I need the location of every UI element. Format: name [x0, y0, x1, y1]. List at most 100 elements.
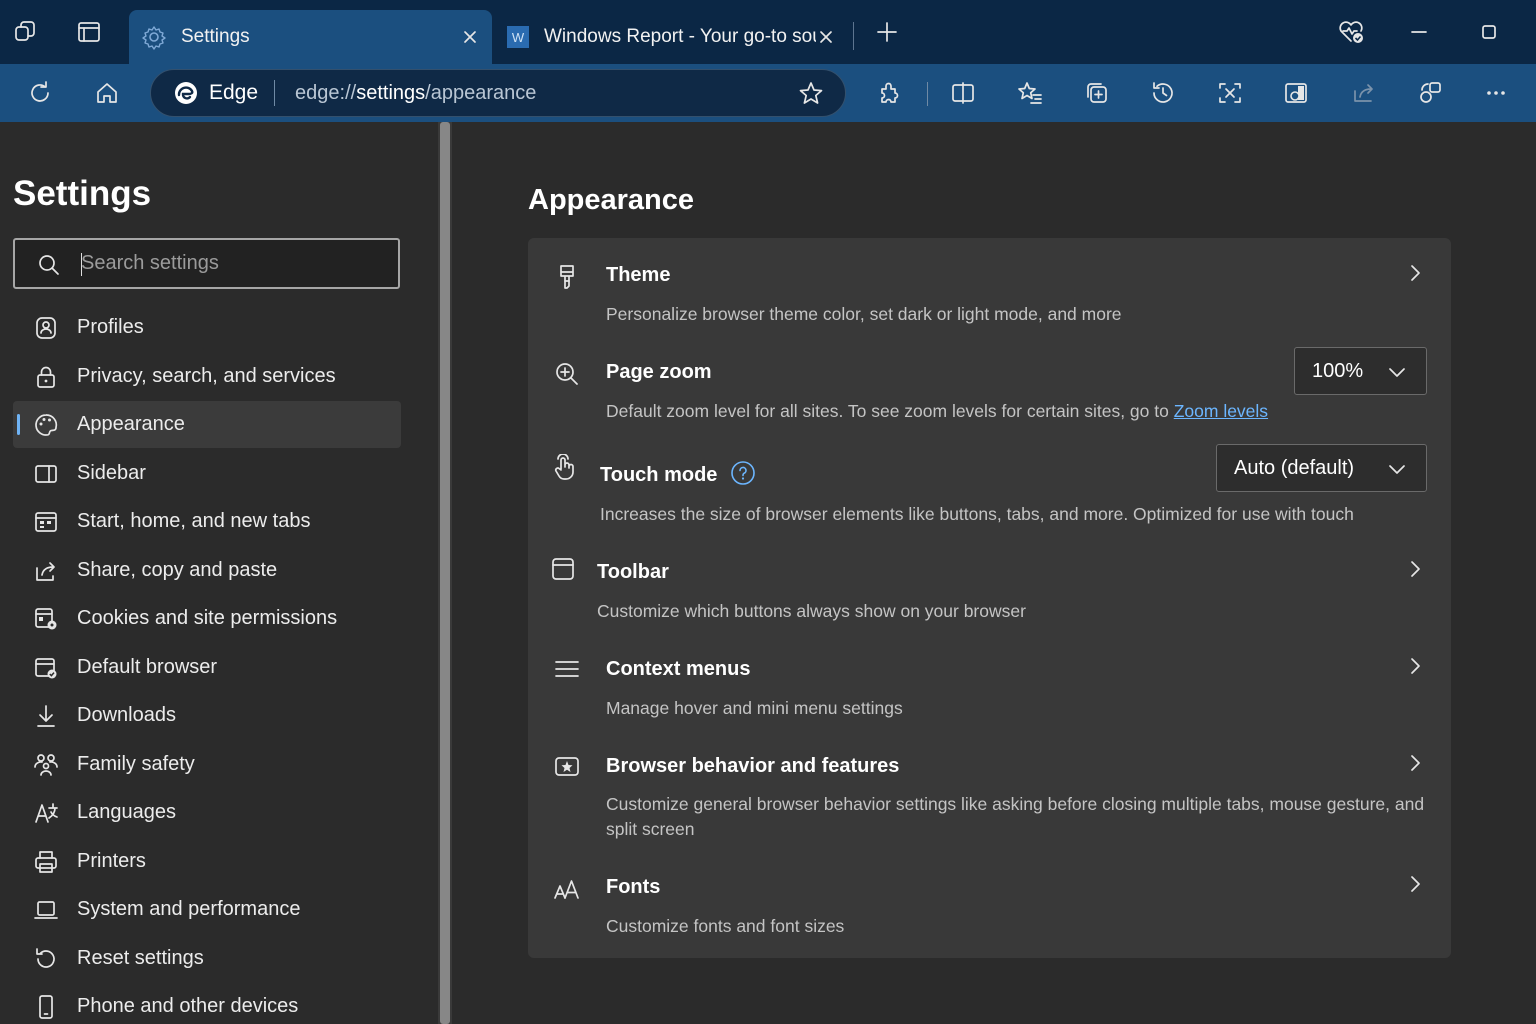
theme-title: Theme	[606, 264, 671, 286]
sidebar-item-printers[interactable]: Printers	[13, 838, 401, 885]
tab-title: Windows Report - Your go-to sou	[544, 26, 816, 47]
sidebar-toggle-icon[interactable]	[1277, 74, 1315, 112]
family-icon	[34, 754, 58, 776]
touch-mode-dropdown[interactable]: Auto (default)	[1216, 444, 1427, 492]
windows-report-favicon-icon: W	[506, 25, 530, 49]
sidebar-item-start-home[interactable]: Start, home, and new tabs	[13, 498, 401, 545]
split-screen-icon[interactable]	[944, 74, 982, 112]
page-zoom-description: Default zoom level for all sites. To see…	[606, 399, 1326, 424]
sidebar-item-share-copy[interactable]: Share, copy and paste	[13, 547, 401, 594]
extensions-icon[interactable]	[871, 74, 909, 112]
close-tab-icon[interactable]	[458, 25, 482, 49]
cookies-icon	[35, 608, 57, 630]
sidebar-item-label: Sidebar	[77, 462, 146, 484]
home-icon[interactable]	[88, 74, 126, 112]
system-icon	[34, 901, 58, 919]
svg-text:W: W	[512, 30, 525, 45]
context-menus-description: Manage hover and mini menu settings	[606, 698, 903, 718]
edge-identity-chip[interactable]: Edge	[173, 80, 258, 106]
sidebar-item-sidebar[interactable]: Sidebar	[13, 450, 401, 497]
chevron-right-icon[interactable]	[1405, 655, 1425, 677]
address-bar[interactable]: Edge edge://settings/appearance	[150, 69, 846, 117]
tab-title: Settings	[181, 26, 250, 47]
sidebar-item-label: Start, home, and new tabs	[77, 510, 311, 532]
chevron-right-icon[interactable]	[1405, 558, 1425, 580]
search-box[interactable]	[13, 238, 400, 289]
chevron-right-icon[interactable]	[1405, 262, 1425, 284]
phone-icon	[39, 995, 53, 1019]
sidebar-item-system[interactable]: System and performance	[13, 886, 401, 933]
sidebar-item-downloads[interactable]: Downloads	[13, 692, 401, 739]
sidebar-item-family-safety[interactable]: Family safety	[13, 741, 401, 788]
toolbar-divider	[927, 82, 928, 106]
sidebar-item-default-browser[interactable]: Default browser	[13, 644, 401, 691]
page-zoom-title: Page zoom	[606, 361, 712, 383]
address-divider	[274, 80, 276, 106]
search-input[interactable]	[81, 247, 381, 280]
sidebar-item-label: Family safety	[77, 753, 195, 775]
navigation-bar: Edge edge://settings/appearance	[0, 64, 1536, 122]
page-zoom-description-text: Default zoom level for all sites. To see…	[606, 401, 1174, 421]
sidebar-item-privacy[interactable]: Privacy, search, and services	[13, 353, 401, 400]
more-options-icon[interactable]	[1477, 74, 1515, 112]
sidebar-scrollbar[interactable]	[438, 122, 452, 1024]
sidebar-item-phone[interactable]: Phone and other devices	[13, 983, 401, 1024]
start-icon	[35, 512, 57, 532]
fonts-title: Fonts	[606, 876, 661, 898]
touch-mode-value: Auto (default)	[1234, 456, 1355, 479]
zoom-levels-link[interactable]: Zoom levels	[1174, 401, 1268, 421]
menu-lines-icon	[555, 661, 579, 677]
new-tab-icon[interactable]	[869, 14, 905, 50]
url-text[interactable]: edge://settings/appearance	[295, 82, 536, 105]
zoom-icon	[556, 363, 578, 385]
sidebar-item-label: Default browser	[77, 656, 218, 678]
download-icon	[37, 705, 55, 727]
tab-windows-report[interactable]: W Windows Report - Your go-to sou	[492, 10, 848, 64]
reset-icon	[36, 948, 55, 968]
browser-essentials-icon[interactable]	[1333, 14, 1369, 50]
copilot-icon[interactable]	[1411, 74, 1449, 112]
tab-settings[interactable]: Settings	[129, 10, 492, 64]
favorites-icon[interactable]	[1011, 74, 1049, 112]
scrollbar-thumb[interactable]	[440, 122, 450, 1024]
workspaces-icon[interactable]	[8, 14, 44, 50]
sidebar-item-reset[interactable]: Reset settings	[13, 935, 401, 982]
printer-icon	[35, 851, 57, 873]
add-favorite-star-icon[interactable]	[797, 80, 825, 108]
sidebar-item-label: Privacy, search, and services	[77, 365, 336, 387]
collections-icon[interactable]	[1078, 74, 1116, 112]
share-icon	[36, 562, 55, 581]
fonts-description: Customize fonts and font sizes	[606, 916, 845, 936]
history-icon[interactable]	[1144, 74, 1182, 112]
zoom-level-value: 100%	[1312, 359, 1364, 382]
edge-logo-icon	[173, 80, 199, 106]
touch-hand-icon	[554, 454, 574, 480]
close-tab-icon[interactable]	[814, 25, 838, 49]
zoom-level-dropdown[interactable]: 100%	[1294, 347, 1427, 395]
page-title: Appearance	[528, 184, 695, 216]
maximize-icon[interactable]	[1471, 14, 1507, 50]
languages-icon	[35, 803, 58, 823]
appearance-card: Theme Personalize browser theme color, s…	[528, 238, 1451, 958]
screenshot-icon[interactable]	[1211, 74, 1249, 112]
theme-description: Personalize browser theme color, set dar…	[606, 304, 1122, 324]
refresh-icon[interactable]	[21, 74, 59, 112]
tab-actions-icon[interactable]	[71, 14, 107, 50]
sidebar-item-label: Printers	[77, 850, 146, 872]
sidebar-item-languages[interactable]: Languages	[13, 789, 401, 836]
sidebar-item-profiles[interactable]: Profiles	[13, 304, 401, 351]
settings-content: Appearance Theme Personalize browser the…	[452, 122, 1536, 1024]
sidebar-item-appearance[interactable]: Appearance	[13, 401, 401, 448]
profile-icon	[36, 317, 56, 339]
chevron-right-icon[interactable]	[1405, 752, 1425, 774]
settings-title: Settings	[13, 174, 152, 213]
sidebar-item-cookies[interactable]: Cookies and site permissions	[13, 595, 401, 642]
minimize-icon[interactable]	[1401, 14, 1437, 50]
chevron-right-icon[interactable]	[1405, 873, 1425, 895]
url-path: /appearance	[425, 81, 537, 104]
toolbar-icon	[552, 558, 574, 580]
help-icon[interactable]	[730, 460, 756, 486]
touch-mode-description: Increases the size of browser elements l…	[600, 504, 1354, 524]
share-icon[interactable]	[1345, 74, 1383, 112]
browser-behavior-icon	[555, 757, 579, 776]
